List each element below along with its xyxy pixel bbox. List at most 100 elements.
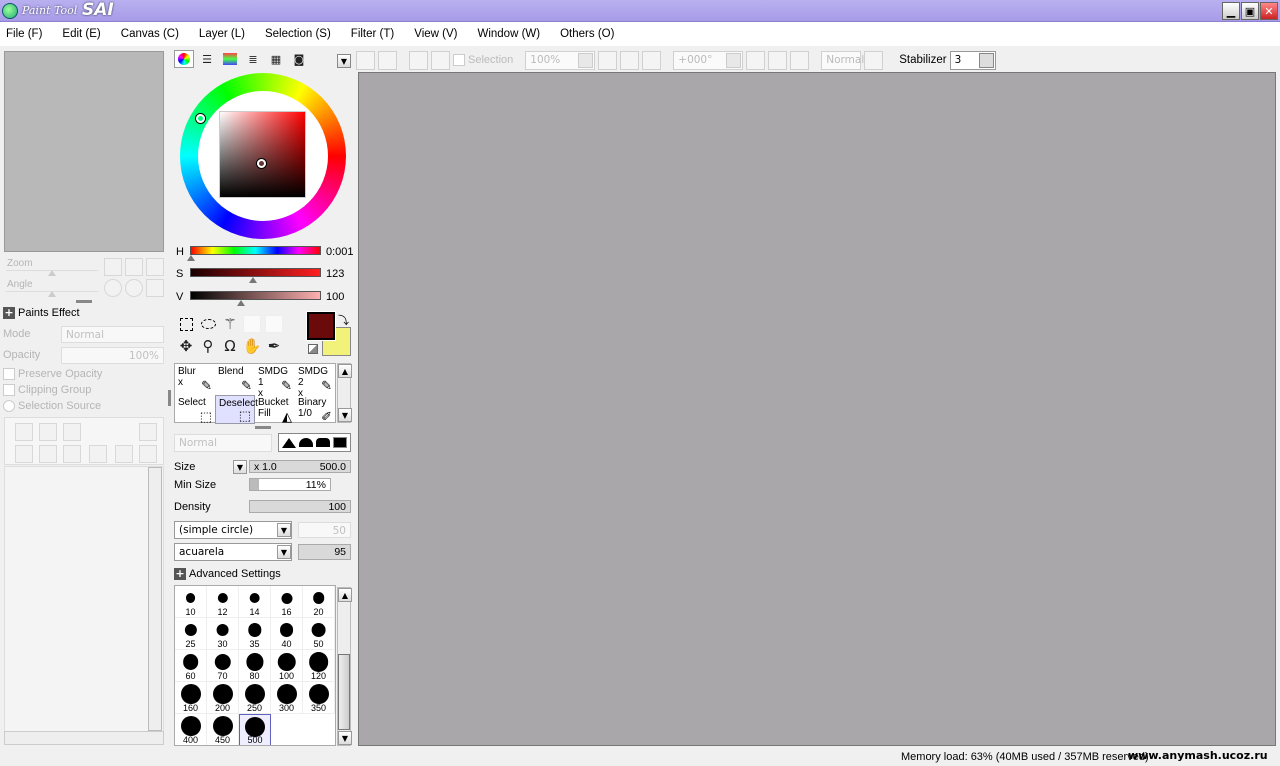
swatches-tab[interactable]: ▦ — [266, 50, 286, 68]
brush-slot-select[interactable]: Select ⬚ — [175, 395, 215, 424]
selection-checkbox[interactable] — [453, 54, 465, 66]
brush-shape-dropdown[interactable]: ▼ — [277, 523, 291, 537]
density-slider[interactable]: 100 — [249, 500, 351, 513]
brush-size-160[interactable]: 160 — [175, 682, 207, 714]
brush-size-70[interactable]: 70 — [207, 650, 239, 682]
layer-opacity-bar[interactable]: 100% — [61, 347, 164, 364]
brush-size-500[interactable]: 500 — [239, 714, 271, 745]
panel-resize-grip[interactable] — [76, 300, 92, 303]
selection-source-option[interactable]: Selection Source — [3, 400, 101, 413]
navigator-preview[interactable] — [4, 51, 164, 252]
zoom-select[interactable]: 100% — [525, 50, 596, 70]
clipping-group-option[interactable]: Clipping Group — [3, 384, 91, 397]
merge-selected-button[interactable] — [115, 445, 133, 463]
brush-slot-blur[interactable]: Blur x ✎ — [175, 364, 215, 393]
brush-slot-blend[interactable]: Blend ✎ — [215, 364, 255, 393]
scroll-down-icon[interactable]: ▼ — [338, 731, 352, 745]
brush-shape-select[interactable]: (simple circle) — [174, 521, 292, 539]
invert-selection-button[interactable] — [431, 50, 450, 70]
hue-marker[interactable] — [196, 114, 205, 123]
brush-size-14[interactable]: 14 — [239, 586, 271, 618]
brush-slot-bucket[interactable]: Bucket Fill ◭ — [255, 395, 295, 424]
delete-layer-button[interactable] — [89, 445, 107, 463]
brush-texture-dropdown[interactable]: ▼ — [277, 545, 291, 559]
brush-size-35[interactable]: 35 — [239, 618, 271, 650]
brush-size-250[interactable]: 250 — [239, 682, 271, 714]
flip-button[interactable] — [864, 50, 884, 70]
brush-size-100[interactable]: 100 — [271, 650, 303, 682]
brush-shape-strength[interactable]: 50 — [298, 522, 351, 538]
new-folder-button[interactable] — [63, 423, 81, 441]
brush-size-10[interactable]: 10 — [175, 586, 207, 618]
transfer-down-button[interactable] — [15, 445, 33, 463]
preserve-opacity-option[interactable]: Preserve Opacity — [3, 368, 102, 381]
rotate-reset-button[interactable] — [790, 50, 810, 70]
blend-mode-field[interactable]: Normal — [821, 50, 864, 70]
brush-slot-deselect[interactable]: Deselect ⬚ — [215, 395, 258, 424]
nav-rotate-right-button[interactable] — [125, 279, 143, 297]
scroll-thumb[interactable] — [338, 654, 350, 730]
selection-source-checkbox[interactable] — [3, 400, 15, 413]
zoom-tool[interactable]: ⚲ — [198, 336, 218, 356]
nav-rotate-left-button[interactable] — [104, 279, 122, 297]
zoom-out-button[interactable] — [598, 50, 618, 70]
brush-slot-smdg2[interactable]: SMDG 2 x ✎ — [295, 364, 335, 399]
brush-size-350[interactable]: 350 — [303, 682, 335, 714]
paints-effect-header[interactable]: + Paints Effect — [3, 307, 80, 319]
preserve-opacity-checkbox[interactable] — [3, 368, 15, 381]
sv-marker[interactable] — [257, 159, 266, 168]
layer-options-button[interactable] — [139, 445, 157, 463]
nav-zoom-in-button[interactable] — [125, 258, 143, 276]
rotation-select[interactable]: +000° — [673, 50, 744, 70]
angle-slider-handle[interactable] — [48, 291, 56, 297]
left-panel-splitter[interactable] — [168, 390, 171, 406]
rect-select-tool[interactable] — [176, 314, 196, 334]
hand-tool[interactable]: ✋ — [242, 336, 262, 356]
close-button[interactable]: ✕ — [1260, 2, 1278, 20]
brush-size-50[interactable]: 50 — [303, 618, 335, 650]
brush-size-300[interactable]: 300 — [271, 682, 303, 714]
brush-blend-mode-select[interactable]: Normal — [174, 434, 272, 452]
layer-list[interactable] — [4, 466, 164, 732]
zoom-slider-handle[interactable] — [48, 270, 56, 276]
minimize-button[interactable]: ▁ — [1222, 2, 1240, 20]
size-grid-scrollbar[interactable]: ▲ ▼ — [337, 587, 352, 746]
scroll-up-icon[interactable]: ▲ — [338, 588, 352, 602]
layer-mode-select[interactable]: Normal — [61, 326, 164, 343]
zoom-in-button[interactable] — [620, 50, 640, 70]
rotate-left-button[interactable] — [746, 50, 766, 70]
swap-colors-icon[interactable]: ⤵ — [338, 312, 349, 328]
hsv-slider-tab[interactable] — [220, 50, 240, 68]
hue-slider[interactable] — [190, 246, 321, 255]
brush-slot-smdg1[interactable]: SMDG 1 x ✎ — [255, 364, 295, 399]
min-size-slider[interactable]: 11% — [249, 478, 331, 491]
brush-size-450[interactable]: 450 — [207, 714, 239, 745]
brush-size-60[interactable]: 60 — [175, 650, 207, 682]
menu-selection[interactable]: Selection (S) — [265, 28, 331, 40]
brush-texture-select[interactable]: acuarela — [174, 543, 292, 561]
brush-panel-grip[interactable] — [255, 426, 271, 429]
layer-list-hscrollbar[interactable] — [4, 731, 164, 745]
hue-slider-handle[interactable] — [187, 255, 196, 261]
menu-file[interactable]: File (F) — [6, 28, 42, 40]
move-tool[interactable]: ✥ — [176, 336, 196, 356]
size-slider[interactable]: x 1.0 500.0 — [249, 460, 351, 473]
brush-size-30[interactable]: 30 — [207, 618, 239, 650]
scroll-up-icon[interactable]: ▲ — [338, 364, 352, 378]
clear-layer-button[interactable] — [63, 445, 81, 463]
nav-zoom-out-button[interactable] — [104, 258, 122, 276]
value-slider[interactable] — [190, 291, 321, 300]
merge-down-button[interactable] — [39, 445, 57, 463]
brush-size-20[interactable]: 20 — [303, 586, 335, 618]
menu-filter[interactable]: Filter (T) — [351, 28, 394, 40]
saturation-value-square[interactable] — [219, 111, 306, 198]
menu-view[interactable]: View (V) — [414, 28, 457, 40]
color-panel-menu-button[interactable]: ▼ — [337, 54, 351, 68]
brush-size-200[interactable]: 200 — [207, 682, 239, 714]
layer-mask-button[interactable] — [139, 423, 157, 441]
eyedropper-tool[interactable]: ✒ — [264, 336, 284, 356]
brush-size-12[interactable]: 12 — [207, 586, 239, 618]
color-wheel-tab[interactable] — [174, 50, 194, 68]
brush-shape-selector[interactable] — [278, 433, 351, 452]
brush-size-80[interactable]: 80 — [239, 650, 271, 682]
